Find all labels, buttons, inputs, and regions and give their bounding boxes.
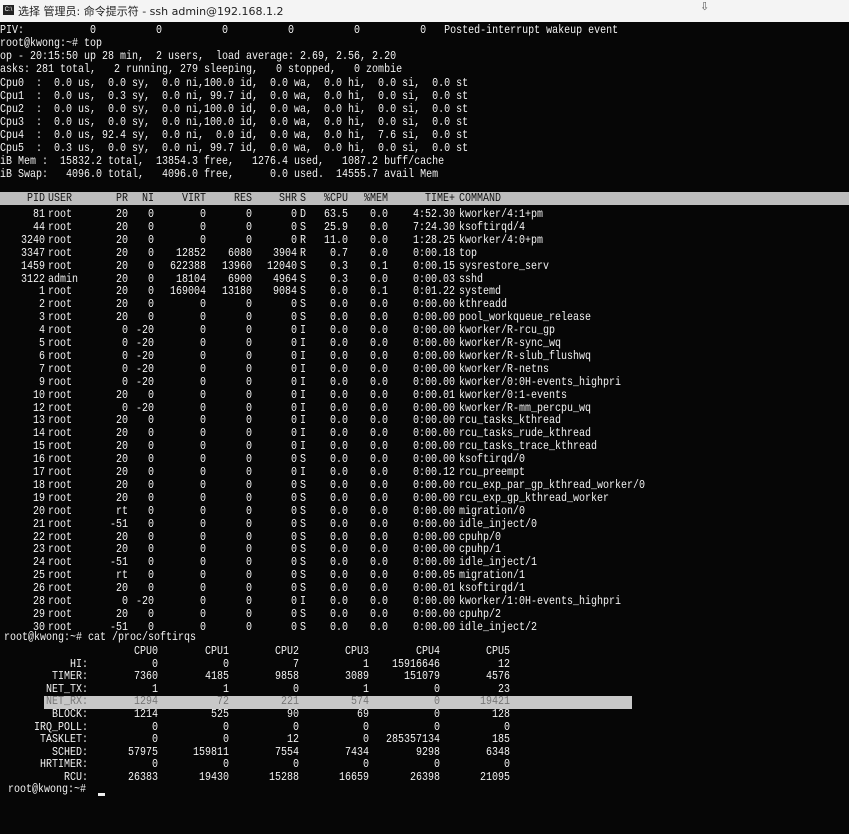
cmd-icon: C:\ [3, 5, 14, 15]
table-cell: 0.0 [369, 621, 388, 635]
terminal-line: iB Swap: 4096.0 total, 4096.0 free, 0.0 … [0, 169, 439, 182]
command-line: root@kwong:~# cat /proc/softirqs [4, 632, 197, 645]
table-cell: 19430 [198, 772, 229, 785]
window-title: 选择 管理员: 命令提示符 - ssh admin@192.168.1.2 [18, 5, 284, 18]
table-cell: 0:00.00 [412, 621, 455, 635]
table-cell: 26398 [409, 772, 440, 785]
column-header: %MEM [363, 193, 388, 206]
table-cell: idle_inject/2 [459, 621, 538, 635]
table-cell: 15288 [268, 772, 299, 785]
column-header: TIME+ [424, 193, 455, 206]
shell-prompt: root@kwong:~# [8, 784, 93, 797]
column-header: PID [26, 193, 45, 206]
mouse-cursor-icon: ⇩ [700, 0, 710, 13]
table-cell: 21095 [479, 772, 510, 785]
terminal-line: asks: 281 total, 2 running, 279 sleeping… [0, 64, 403, 77]
window-titlebar: C:\ 选择 管理员: 命令提示符 - ssh admin@192.168.1.… [0, 0, 849, 23]
column-header: COMMAND [459, 193, 502, 206]
table-cell: 16659 [338, 772, 369, 785]
terminal-cursor [98, 793, 105, 796]
column-header: NI [141, 193, 154, 206]
